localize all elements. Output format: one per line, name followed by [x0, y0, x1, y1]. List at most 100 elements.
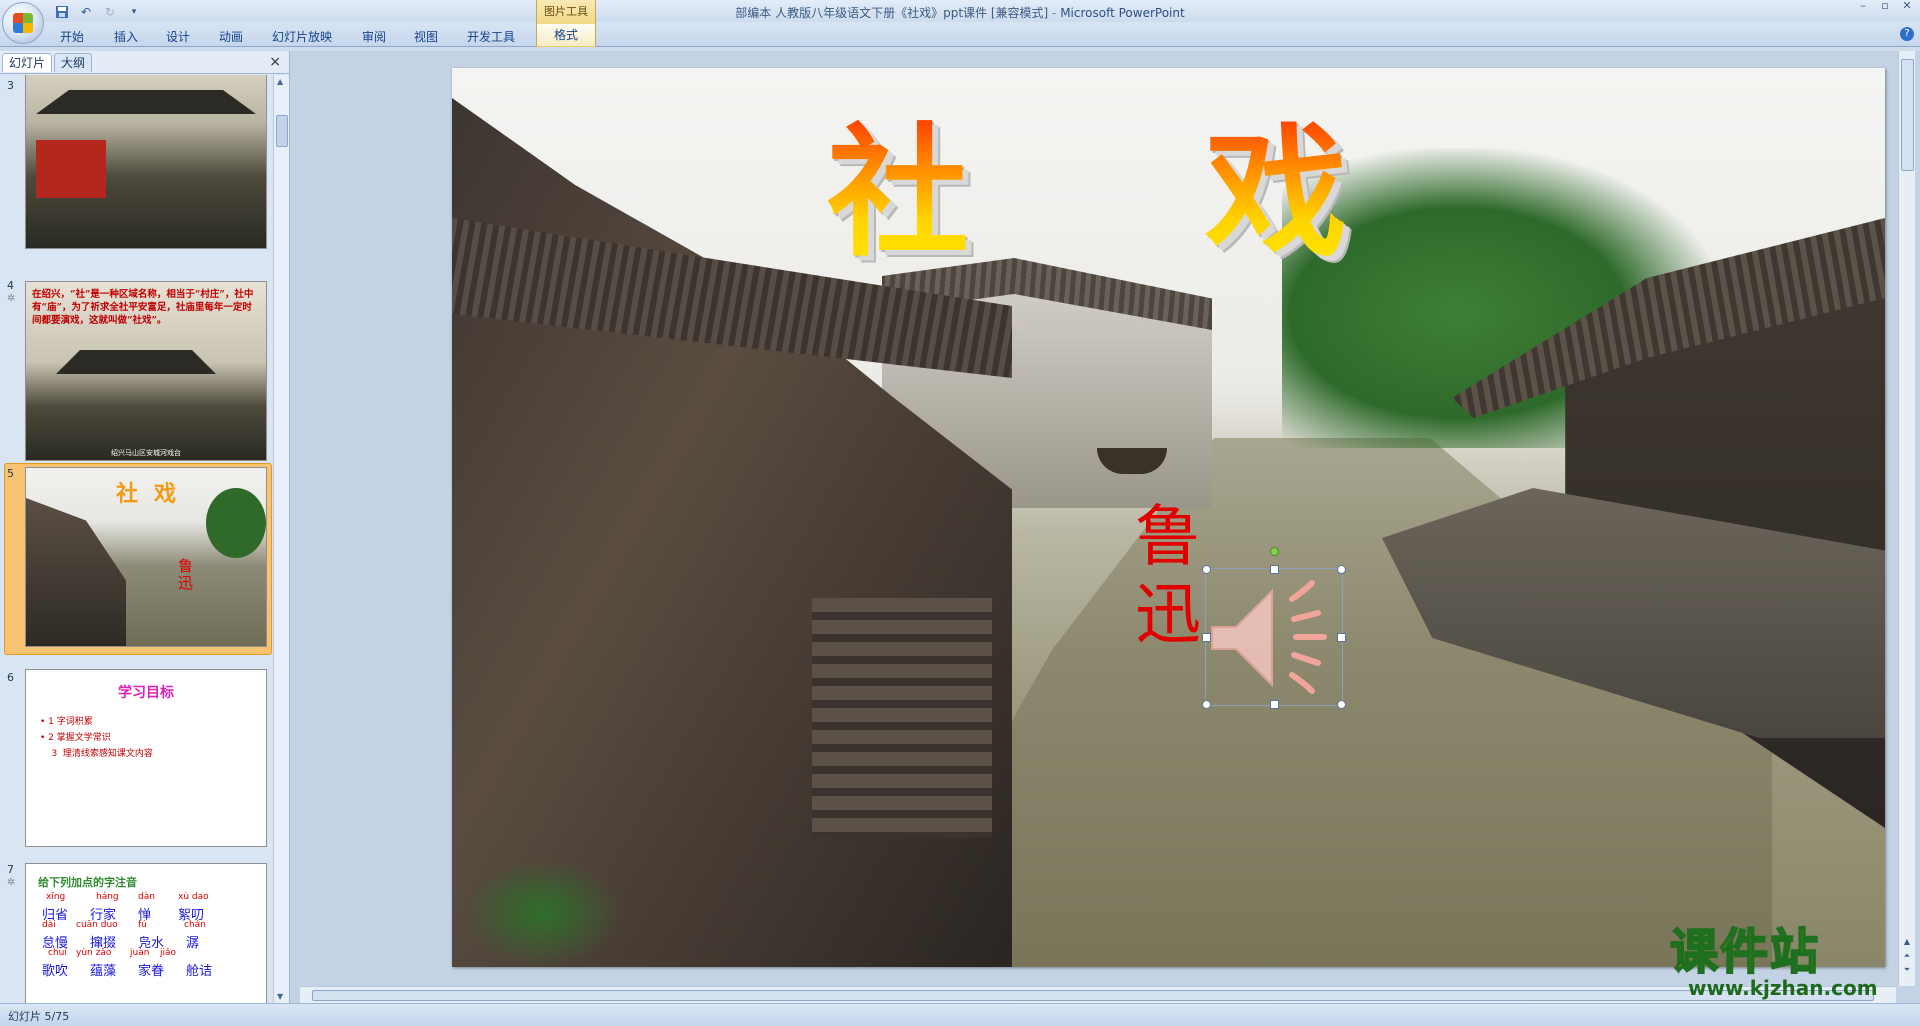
tab-outline[interactable]: 大纲 [54, 53, 93, 72]
scroll-up-icon[interactable]: ▲ [277, 77, 283, 86]
tab-view[interactable]: 视图 [414, 28, 438, 45]
ribbon-tab-bar: 开始 插入 设计 动画 幻灯片放映 审阅 视图 开发工具 [0, 22, 1920, 47]
resize-handle[interactable] [1270, 565, 1279, 574]
slide-preview: 学习目标 • 1 字词积累 • 2 掌握文学常识 3 理清线索感知课文内容 [25, 669, 267, 847]
pinyin: yùn zǎo [76, 948, 112, 958]
document-title: 部编本 人教版八年级语文下册《社戏》ppt课件 [兼容模式] [735, 6, 1049, 20]
slide-preview: 给下列加点的字注音 xīng háng dàn xù dao 归省 行家 惮 絮… [25, 863, 267, 1003]
title-bar: ↶ ↻ ▾ 部编本 人教版八年级语文下册《社戏》ppt课件 [兼容模式] - M… [0, 0, 1920, 24]
title-char: 社 [116, 481, 155, 507]
pinyin: dàn [138, 892, 155, 902]
slide-number: 7 [7, 863, 14, 876]
tab-design[interactable]: 设计 [166, 28, 190, 45]
slide-thumbnail-5[interactable]: 5 社戏 鲁迅 [0, 463, 272, 659]
goals-heading: 学习目标 [118, 685, 174, 701]
rotate-handle[interactable] [1270, 547, 1279, 556]
pinyin: háng [96, 892, 119, 902]
slide-number: 4 [7, 279, 14, 292]
slide-text: 在绍兴，“社”是一种区域名称，相当于“村庄”，社中有“庙”，为了祈求全社平安富足… [32, 289, 254, 326]
slides-panel: 幻灯片 大纲 × 3 4 ✲ 在绍兴，“社”是一种区域名称，相当于“村庄”，社中… [0, 51, 290, 1003]
restore-icon[interactable]: ▫ [1876, 0, 1894, 14]
tab-insert[interactable]: 插入 [114, 28, 138, 45]
tab-animations[interactable]: 动画 [219, 28, 243, 45]
window-title: 部编本 人教版八年级语文下册《社戏》ppt课件 [兼容模式] - Microso… [0, 4, 1920, 21]
horizontal-scrollbar[interactable] [300, 986, 1896, 1003]
red-stage [36, 140, 106, 198]
exercise-heading: 给下列加点的字注音 [38, 876, 137, 889]
pinyin: juàn [130, 948, 150, 958]
slide-thumbnail-3[interactable]: 3 [0, 75, 272, 267]
tab-review[interactable]: 审阅 [362, 28, 386, 45]
pinyin: xù dao [178, 892, 209, 902]
resize-handle[interactable] [1337, 700, 1346, 709]
tab-format[interactable]: 格式 [536, 24, 596, 46]
window-controls: – ▫ ✕ [1854, 0, 1916, 14]
tab-slide-show[interactable]: 幻灯片放映 [272, 28, 332, 45]
site-watermark: 课件站 www.kjzhan.com [1669, 923, 1920, 1004]
panel-tabs: 幻灯片 大纲 × [0, 51, 289, 74]
minimize-icon[interactable]: – [1854, 0, 1872, 14]
word: 歌吹 [42, 964, 69, 979]
animation-star-icon: ✲ [7, 877, 16, 888]
stone-steps [812, 598, 992, 838]
title-char: 社 [827, 103, 969, 283]
slide-preview: 在绍兴，“社”是一种区域名称，相当于“村庄”，社中有“庙”，为了祈求全社平安富足… [25, 281, 267, 461]
resize-handle[interactable] [1202, 700, 1211, 709]
scroll-thumb[interactable] [276, 115, 288, 147]
close-icon[interactable]: ✕ [1898, 0, 1916, 14]
goal-item: • 2 掌握文学常识 [40, 733, 111, 743]
pinyin: chuí [48, 948, 67, 958]
office-logo-icon [13, 13, 33, 33]
slide-preview [25, 75, 267, 249]
photo-caption: 绍兴马山区安城河戏台 [111, 449, 181, 457]
app-name: Microsoft PowerPoint [1060, 6, 1185, 20]
tab-slides[interactable]: 幻灯片 [2, 53, 53, 72]
slide-author[interactable]: 鲁迅 [1135, 498, 1207, 654]
resize-handle[interactable] [1337, 565, 1346, 574]
resize-handle[interactable] [1270, 700, 1279, 709]
pinyin: dài [42, 920, 56, 930]
plants [462, 858, 622, 967]
scroll-thumb[interactable] [312, 990, 1874, 1001]
vertical-scrollbar[interactable]: ▲ ⏶ ⏷ [1898, 51, 1915, 986]
word: 家眷 [138, 964, 165, 979]
speaker-icon[interactable] [1206, 569, 1342, 705]
goal-item: • 1 字词积累 [40, 717, 93, 727]
slide-title[interactable]: 社 戏 [827, 103, 1347, 283]
tree [206, 488, 266, 558]
scroll-thumb[interactable] [1901, 59, 1914, 171]
slide-canvas[interactable]: 社 戏 鲁迅 [452, 68, 1885, 967]
pinyin: xīng [46, 892, 66, 902]
word: 舱诘 [186, 964, 213, 979]
slide-thumbnail-7[interactable]: 7 ✲ 给下列加点的字注音 xīng háng dàn xù dao 归省 行家… [0, 859, 272, 1003]
resize-handle[interactable] [1337, 633, 1346, 642]
thumb-author: 鲁迅 [178, 557, 194, 592]
office-button[interactable] [2, 2, 44, 44]
help-icon[interactable]: ? [1900, 27, 1914, 41]
slide-number: 5 [7, 467, 14, 480]
watermark-url: www.kjzhan.com [1688, 976, 1878, 1000]
slide-number: 6 [7, 671, 14, 684]
slide-editor: 社 戏 鲁迅 ▲ ⏶ ⏷ [290, 51, 1920, 1003]
close-panel-icon[interactable]: × [269, 54, 281, 70]
animation-star-icon: ✲ [7, 293, 16, 304]
panel-scrollbar[interactable]: ▲ ▼ [273, 75, 289, 1003]
resize-handle[interactable] [1202, 565, 1211, 574]
pinyin: chán [184, 920, 206, 930]
tab-home[interactable]: 开始 [60, 28, 84, 45]
word: 蕴藻 [90, 964, 117, 979]
resize-handle[interactable] [1202, 633, 1211, 642]
slide-thumbnail-6[interactable]: 6 学习目标 • 1 字词积累 • 2 掌握文学常识 3 理清线索感知课文内容 [0, 667, 272, 859]
pinyin: fú [138, 920, 147, 930]
slide-thumbnail-4[interactable]: 4 ✲ 在绍兴，“社”是一种区域名称，相当于“村庄”，社中有“庙”，为了祈求全社… [0, 275, 272, 467]
slide-preview: 社戏 鲁迅 [25, 467, 267, 647]
title-char: 戏 [1205, 103, 1347, 283]
watermark-logo: 课件站 [1669, 923, 1821, 981]
pinyin: jiǎo [160, 948, 177, 958]
picture-tools-label: 图片工具 [544, 5, 588, 18]
pinyin: cuān duo [76, 920, 118, 930]
scroll-down-icon[interactable]: ▼ [277, 992, 283, 1001]
tab-developer[interactable]: 开发工具 [467, 28, 515, 45]
slide-thumbnail-list: 3 4 ✲ 在绍兴，“社”是一种区域名称，相当于“村庄”，社中有“庙”，为了祈求… [0, 75, 272, 1003]
speaker-selection[interactable] [1202, 547, 1346, 709]
